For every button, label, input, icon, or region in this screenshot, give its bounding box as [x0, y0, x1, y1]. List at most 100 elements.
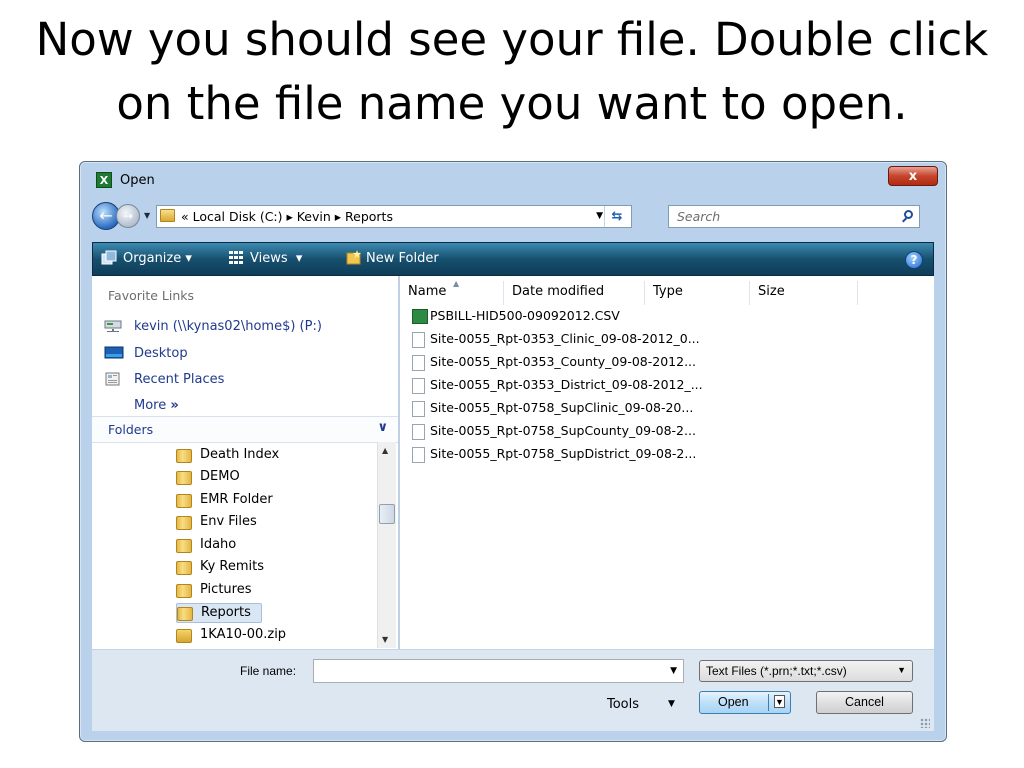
- folder-label: Reports: [201, 605, 251, 620]
- tools-dropdown-icon[interactable]: ▼: [668, 699, 675, 709]
- folder-death-index[interactable]: Death Index: [176, 446, 376, 466]
- recent-pages-dropdown[interactable]: ▼: [144, 211, 150, 220]
- column-header-size[interactable]: Size: [750, 281, 858, 305]
- search-placeholder: Search: [677, 209, 721, 224]
- more-chevron-icon: »: [170, 398, 179, 413]
- text-file-icon: [412, 332, 425, 348]
- views-button[interactable]: Views ▾: [250, 251, 302, 266]
- csv-file-icon: [412, 309, 428, 324]
- text-file-icon: [412, 355, 425, 371]
- folder-icon: [176, 516, 192, 530]
- folder-label: EMR Folder: [200, 492, 273, 507]
- scrollbar-thumb[interactable]: [379, 504, 395, 524]
- folder-label: DEMO: [200, 469, 240, 484]
- column-label: Type: [653, 284, 683, 299]
- favorite-links-heading: Favorite Links: [108, 288, 195, 303]
- open-button[interactable]: Open ▼: [699, 691, 791, 714]
- new-folder-icon: [346, 250, 361, 265]
- close-button[interactable]: x: [888, 166, 938, 186]
- views-label: Views: [250, 251, 288, 266]
- folder-label: Idaho: [200, 537, 237, 552]
- column-label: Size: [758, 284, 785, 299]
- open-button-divider: [768, 694, 769, 711]
- folder-demo[interactable]: DEMO: [176, 468, 376, 488]
- folder-icon: [176, 561, 192, 575]
- chevron-down-icon[interactable]: ∨: [377, 420, 388, 435]
- file-type-select[interactable]: Text Files (*.prn;*.txt;*.csv) ▼: [699, 660, 913, 682]
- folder-pictures[interactable]: Pictures: [176, 581, 376, 601]
- folder-idaho[interactable]: Idaho: [176, 536, 376, 556]
- zip-folder-icon: [176, 629, 192, 643]
- dialog-footer: File name: ▼ Text Files (*.prn;*.txt;*.c…: [92, 649, 934, 731]
- address-path[interactable]: « Local Disk (C:) ▸ Kevin ▸ Reports: [181, 209, 393, 224]
- folder-label: Pictures: [200, 582, 252, 597]
- scroll-down-arrow-icon[interactable]: ▼: [382, 635, 388, 644]
- favorite-recent-places[interactable]: Recent Places: [134, 372, 224, 387]
- column-header-date-modified[interactable]: Date modified: [504, 281, 645, 305]
- chevron-down-icon: ▼: [897, 665, 906, 675]
- open-label: Open: [718, 695, 749, 709]
- column-label: Date modified: [512, 284, 605, 299]
- folder-label: Ky Remits: [200, 559, 264, 574]
- forward-button[interactable]: →: [116, 204, 140, 228]
- folder-reports[interactable]: Reports: [176, 603, 262, 623]
- file-name-dropdown-icon[interactable]: ▼: [670, 666, 677, 676]
- search-input[interactable]: Search: [668, 205, 920, 228]
- new-folder-button[interactable]: New Folder: [366, 251, 439, 266]
- folder-emr-folder[interactable]: EMR Folder: [176, 491, 376, 511]
- text-file-icon: [412, 424, 425, 440]
- command-toolbar: Organize ▾ Views ▾ New Folder ?: [92, 242, 934, 276]
- recent-places-icon: [105, 372, 120, 386]
- folder-ky-remits[interactable]: Ky Remits: [176, 558, 376, 578]
- folders-heading: Folders: [108, 422, 154, 437]
- file-name: Site-0055_Rpt-0758_SupClinic_09-08-20...: [430, 400, 694, 415]
- folder-tree-scrollbar[interactable]: ▲ ▼: [377, 442, 396, 648]
- favorite-network-drive[interactable]: kevin (\\kynas02\home$) (P:): [134, 319, 322, 334]
- open-dialog: X Open x ← → ▼ « Local Disk (C:) ▸ Kevin…: [79, 161, 947, 742]
- favorite-desktop[interactable]: Desktop: [134, 346, 188, 361]
- navigation-pane: Favorite Links kevin (\\kynas02\home$) (…: [92, 276, 399, 649]
- cancel-button[interactable]: Cancel: [816, 691, 913, 714]
- slide-title-line-2: on the file name you want to open.: [116, 77, 908, 130]
- folder-icon: [176, 539, 192, 553]
- folder-icon: [177, 607, 193, 621]
- views-icon: [229, 251, 243, 264]
- column-label: Name: [408, 284, 447, 299]
- file-name: Site-0055_Rpt-0353_District_09-08-2012_.…: [430, 377, 703, 392]
- column-header-type[interactable]: Type: [645, 281, 750, 305]
- file-name: Site-0055_Rpt-0758_SupCounty_09-08-2...: [430, 423, 696, 438]
- folder-icon: [176, 449, 192, 463]
- search-icon[interactable]: [904, 210, 913, 219]
- network-drive-icon: [104, 320, 122, 332]
- help-icon[interactable]: ?: [905, 251, 923, 269]
- title-bar: X Open x: [88, 166, 938, 192]
- address-bar[interactable]: « Local Disk (C:) ▸ Kevin ▸ Reports ▼ ⇆: [156, 205, 632, 228]
- text-file-icon: [412, 378, 425, 394]
- excel-icon: X: [96, 172, 112, 188]
- organize-label: Organize: [123, 251, 182, 266]
- zip-file-item[interactable]: 1KA10-00.zip: [176, 626, 376, 646]
- more-label: More: [134, 398, 167, 413]
- folder-env-files[interactable]: Env Files: [176, 513, 376, 533]
- folders-header[interactable]: Folders ∨: [92, 416, 398, 443]
- sort-ascending-icon: ▲: [453, 279, 460, 288]
- folder-icon: [176, 584, 192, 598]
- file-list: Name ▲ Date modified Type Size PSBILL-HID…: [400, 276, 934, 649]
- folder-icon: [160, 209, 175, 222]
- tools-menu[interactable]: Tools: [607, 697, 639, 712]
- organize-button[interactable]: Organize ▾: [123, 251, 192, 266]
- open-options-dropdown-icon[interactable]: ▼: [774, 695, 785, 708]
- more-link[interactable]: More »: [134, 398, 179, 413]
- file-name-input[interactable]: ▼: [313, 659, 684, 683]
- file-name-label: File name:: [240, 664, 297, 678]
- column-header-name[interactable]: Name ▲: [400, 279, 504, 305]
- folder-icon: [176, 471, 192, 485]
- file-name: Site-0055_Rpt-0353_Clinic_09-08-2012_0..…: [430, 331, 700, 346]
- folder-label: 1KA10-00.zip: [200, 627, 287, 642]
- organize-icon: [101, 250, 117, 265]
- refresh-icon[interactable]: ⇆: [604, 206, 629, 227]
- resize-grip-icon[interactable]: [920, 718, 930, 728]
- address-dropdown-icon[interactable]: ▼: [596, 211, 603, 221]
- scroll-up-arrow-icon[interactable]: ▲: [382, 446, 388, 455]
- slide-title-line-1: Now you should see your file. Double cli…: [35, 13, 989, 66]
